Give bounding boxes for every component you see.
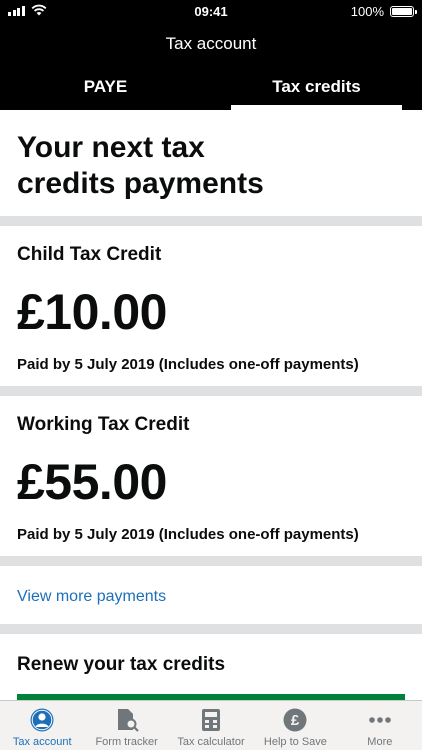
bottom-tab-label: More: [367, 736, 393, 748]
nav-title: Tax account: [0, 22, 422, 66]
tab-label: PAYE: [83, 77, 128, 96]
person-icon: [30, 708, 54, 732]
renew-title: Renew your tax credits: [17, 654, 226, 675]
status-bar: 09:41 100%: [0, 0, 422, 22]
tab-bar: PAYE Tax credits: [0, 66, 422, 110]
document-search-icon: [117, 709, 139, 732]
bottom-tab-label: Form tracker: [95, 736, 158, 748]
payment-note: Paid by 5 July 2019 (Includes one-off pa…: [17, 356, 359, 373]
tab-label: Tax credits: [272, 77, 361, 96]
payment-note: Paid by 5 July 2019 (Includes one-off pa…: [17, 526, 359, 543]
page-title-line1: Your next tax: [17, 131, 205, 164]
payment-title: Working Tax Credit: [17, 414, 190, 435]
bottom-tab-help-to-save[interactable]: £ Help to Save: [253, 701, 337, 750]
tab-paye[interactable]: PAYE: [0, 66, 211, 110]
main-content[interactable]: Your next tax credits payments Child Tax…: [0, 110, 422, 700]
battery-percent: 100%: [350, 4, 384, 19]
calculator-icon: [202, 709, 221, 731]
view-more-payments-link[interactable]: View more payments: [17, 588, 166, 605]
payment-amount: £10.00: [17, 284, 167, 340]
battery-icon: [390, 6, 417, 17]
bottom-tab-label: Tax account: [12, 736, 72, 748]
bottom-tab-form-tracker[interactable]: Form tracker: [84, 701, 168, 750]
bottom-tab-label: Tax calculator: [177, 736, 245, 748]
svg-text:£: £: [291, 712, 300, 729]
bottom-tab-tax-account[interactable]: Tax account: [0, 701, 84, 750]
bottom-tab-label: Help to Save: [263, 736, 327, 748]
payment-amount: £55.00: [17, 454, 167, 510]
payment-title: Child Tax Credit: [17, 244, 162, 265]
bottom-tab-more[interactable]: More: [338, 701, 422, 750]
pound-coin-icon: £: [283, 708, 307, 732]
bottom-tab-bar: Tax account Form tracker Tax calculator …: [0, 700, 422, 750]
working-tax-credit-card: Working Tax Credit £55.00 Paid by 5 July…: [0, 396, 422, 556]
bottom-tab-tax-calculator[interactable]: Tax calculator: [169, 701, 253, 750]
heading-card: Your next tax credits payments: [0, 110, 422, 216]
tab-tax-credits[interactable]: Tax credits: [211, 66, 422, 110]
view-more-card: View more payments: [0, 566, 422, 624]
renew-card: Renew your tax credits: [0, 634, 422, 700]
more-dots-icon: [369, 717, 391, 723]
child-tax-credit-card: Child Tax Credit £10.00 Paid by 5 July 2…: [0, 226, 422, 386]
page-title-line2: credits payments: [17, 167, 264, 200]
page-title: Your next tax credits payments: [17, 130, 405, 202]
